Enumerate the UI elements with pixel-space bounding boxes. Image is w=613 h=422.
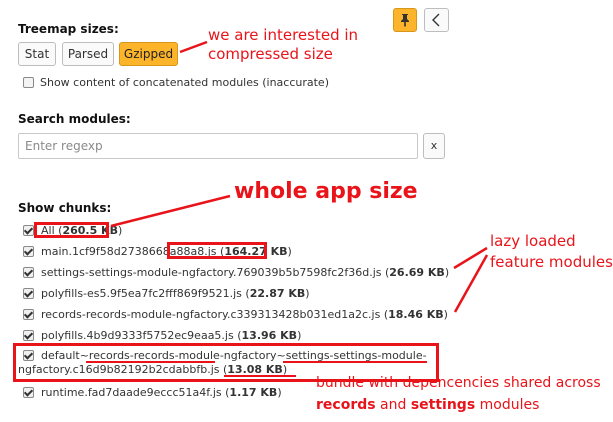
chunk-label: polyfills-es5.9f5ea7fc2fff869f9521.js (2… (41, 287, 310, 300)
chunk-label: settings-settings-module-ngfactory.76903… (41, 266, 450, 279)
chunk-checkbox[interactable] (23, 309, 34, 320)
arrow-whole-app (110, 194, 231, 228)
arrow-compressed (179, 40, 208, 54)
search-modules-title: Search modules: (18, 112, 131, 126)
treemap-sizes-title: Treemap sizes: (18, 22, 119, 36)
parsed-button[interactable]: Parsed (62, 42, 114, 66)
main-size-highlight (167, 242, 267, 259)
bundle-annotation: bundle with depencencies shared across r… (316, 375, 601, 413)
gzipped-button[interactable]: Gzipped (119, 42, 178, 66)
lazy-annotation: lazy loaded feature modules (490, 232, 613, 271)
chunk-label: records-records-module-ngfactory.c339313… (41, 308, 448, 321)
records-underline (86, 361, 215, 363)
search-input[interactable] (18, 133, 418, 159)
concatenated-checkbox[interactable] (23, 77, 34, 88)
back-button[interactable] (424, 8, 449, 32)
pin-icon (401, 14, 409, 27)
chunk-checkbox[interactable] (23, 387, 34, 398)
chunk-checkbox[interactable] (23, 225, 34, 236)
chevron-left-icon (432, 13, 440, 27)
arrow-lazy-2 (453, 254, 489, 313)
chunk-checkbox[interactable] (23, 288, 34, 299)
shared-size-underline (224, 375, 296, 377)
whole-app-annotation: whole app size (234, 179, 418, 204)
chunk-label: polyfills.4b9d9333f5752ec9eaa5.js (13.96… (41, 329, 302, 342)
arrow-lazy-1 (453, 246, 488, 270)
all-size-highlight (34, 222, 109, 238)
chunk-checkbox[interactable] (23, 267, 34, 278)
concatenated-label: Show content of concatenated modules (in… (40, 76, 329, 89)
clear-search-button[interactable]: x (423, 133, 445, 159)
settings-underline (283, 361, 427, 363)
compressed-annotation: we are interested in compressed size (208, 26, 359, 63)
show-chunks-title: Show chunks: (18, 201, 112, 215)
chunk-checkbox[interactable] (23, 246, 34, 257)
pin-button[interactable] (393, 8, 417, 32)
chunk-checkbox[interactable] (23, 330, 34, 341)
stat-button[interactable]: Stat (18, 42, 56, 66)
chunk-label: runtime.fad7daade9eccc51a4f.js (1.17 KB) (41, 386, 282, 399)
